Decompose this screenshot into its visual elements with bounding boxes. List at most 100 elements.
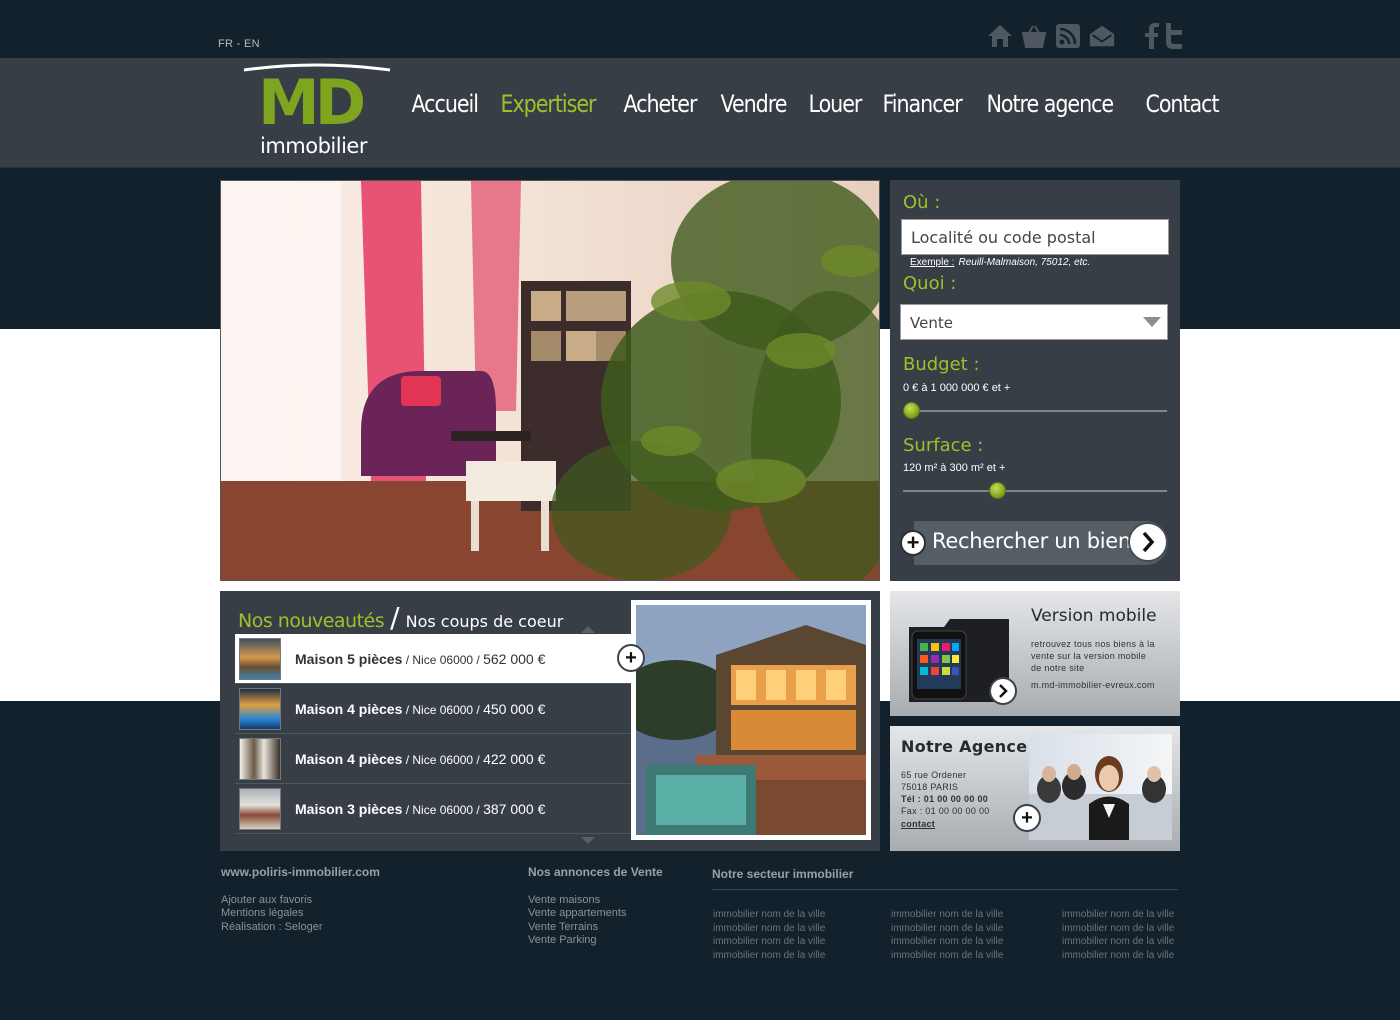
plus-icon: + bbox=[900, 530, 926, 556]
footer-sector-column: Notre secteur immobilier bbox=[712, 867, 854, 896]
city-link[interactable]: immobilier nom de la ville bbox=[1062, 949, 1174, 963]
tab-favorites[interactable]: Nos coups de coeur bbox=[406, 612, 564, 631]
footer-link-credits[interactable]: Réalisation : Seloger bbox=[221, 921, 380, 935]
news-panel: Nos nouveautés / Nos coups de coeur Maison… bbox=[220, 591, 880, 851]
logo-subtitle: immobilier bbox=[260, 134, 367, 158]
location-input[interactable]: Localité ou code postal bbox=[901, 219, 1169, 255]
footer-link-houses[interactable]: Vente maisons bbox=[528, 894, 663, 908]
mobile-url[interactable]: m.md-immobilier-evreux.com bbox=[1031, 679, 1155, 691]
rss-icon[interactable] bbox=[1054, 22, 1082, 50]
agency-contact-link[interactable]: contact bbox=[901, 818, 935, 830]
tab-new[interactable]: Nos nouveautés bbox=[238, 610, 385, 632]
example-hint: Exemple : Reuill-Malmaison, 75012, etc. bbox=[910, 257, 1090, 268]
type-select-value: Vente bbox=[910, 314, 953, 332]
nav-item-accueil[interactable]: Accueil bbox=[402, 90, 487, 118]
city-link[interactable]: immobilier nom de la ville bbox=[713, 949, 825, 963]
property-type: Maison 3 pièces bbox=[295, 800, 403, 817]
scroll-down-icon[interactable] bbox=[581, 837, 595, 844]
footer-site[interactable]: www.poliris-immobilier.com bbox=[221, 865, 380, 880]
featured-property-photo[interactable] bbox=[616, 600, 871, 840]
language-switch[interactable]: FR - EN bbox=[218, 38, 260, 50]
list-item[interactable]: Maison 4 pièces / Nice 06000 / 450 000 € bbox=[235, 684, 631, 734]
property-type: Maison 5 pièces bbox=[295, 650, 403, 667]
nav-item-expertiser[interactable]: Expertiser bbox=[491, 90, 605, 118]
city-link[interactable]: immobilier nom de la ville bbox=[1062, 908, 1174, 922]
list-item-text: Maison 5 pièces / Nice 06000 / 562 000 € bbox=[295, 651, 545, 667]
footer-sales-column: Nos annonces de Vente Vente maisons Vent… bbox=[528, 865, 663, 948]
basket-icon[interactable] bbox=[1020, 22, 1048, 50]
footer-link-legal[interactable]: Mentions légales bbox=[221, 907, 380, 921]
footer-sector-title: Notre secteur immobilier bbox=[712, 867, 854, 881]
social-icons bbox=[1144, 22, 1184, 55]
mobile-version-box[interactable]: Version mobile retrouvez tous nos biens … bbox=[890, 591, 1180, 716]
list-item[interactable]: Maison 4 pièces / Nice 06000 / 422 000 € bbox=[235, 734, 631, 784]
surface-slider[interactable] bbox=[903, 482, 1167, 499]
property-place: / Nice 06000 / bbox=[402, 702, 484, 717]
city-link[interactable]: immobilier nom de la ville bbox=[891, 922, 1003, 936]
city-link[interactable]: immobilier nom de la ville bbox=[713, 935, 825, 949]
title-separator: / bbox=[390, 601, 400, 634]
what-label: Quoi : bbox=[903, 273, 957, 294]
scroll-up-icon[interactable] bbox=[581, 626, 595, 633]
city-link[interactable]: immobilier nom de la ville bbox=[1062, 922, 1174, 936]
budget-slider-handle[interactable] bbox=[903, 402, 920, 419]
nav-item-louer[interactable]: Louer bbox=[799, 90, 871, 118]
city-link[interactable]: immobilier nom de la ville bbox=[1062, 935, 1174, 949]
city-link[interactable]: immobilier nom de la ville bbox=[713, 908, 825, 922]
budget-range: 0 € à 1 000 000 € et + bbox=[903, 382, 1011, 394]
budget-slider[interactable] bbox=[903, 402, 1167, 419]
mail-icon[interactable] bbox=[1088, 22, 1116, 50]
news-title: Nos nouveautés / Nos coups de coeur bbox=[238, 601, 563, 634]
list-item[interactable]: Maison 3 pièces / Nice 06000 / 387 000 € bbox=[235, 784, 631, 834]
city-column-2: immobilier nom de la ville immobilier no… bbox=[891, 908, 1003, 962]
logo[interactable]: MD immobilier bbox=[240, 62, 395, 162]
hero-photo bbox=[220, 180, 880, 581]
nav-item-acheter[interactable]: Acheter bbox=[614, 90, 706, 118]
footer-link-favorites[interactable]: Ajouter aux favoris bbox=[221, 894, 380, 908]
property-price: 562 000 € bbox=[483, 650, 546, 667]
property-thumbnail bbox=[239, 787, 281, 830]
property-place: / Nice 06000 / bbox=[402, 752, 484, 767]
property-place: / Nice 06000 / bbox=[402, 802, 484, 817]
agency-phone: Tél : 01 00 00 00 00 bbox=[901, 794, 989, 804]
facebook-icon[interactable] bbox=[1144, 22, 1160, 55]
list-item[interactable]: Maison 5 pièces / Nice 06000 / 562 000 € bbox=[235, 634, 631, 684]
nav-item-notre-agence[interactable]: Notre agence bbox=[977, 90, 1123, 118]
footer-site-column: www.poliris-immobilier.com Ajouter aux f… bbox=[221, 865, 380, 935]
nav-item-financer[interactable]: Financer bbox=[873, 90, 971, 118]
budget-label: Budget : bbox=[903, 354, 980, 375]
chevron-down-icon bbox=[1143, 317, 1161, 327]
twitter-icon[interactable] bbox=[1164, 22, 1184, 55]
arrow-right-icon[interactable] bbox=[989, 677, 1017, 705]
footer-link-parking[interactable]: Vente Parking bbox=[528, 934, 663, 948]
agency-title: Notre Agence bbox=[901, 737, 1028, 756]
property-thumbnail bbox=[239, 687, 281, 730]
mobile-text-1: retrouvez tous nos biens à la bbox=[1031, 639, 1155, 649]
footer-link-land[interactable]: Vente Terrains bbox=[528, 921, 663, 935]
surface-slider-handle[interactable] bbox=[989, 482, 1007, 499]
city-link[interactable]: immobilier nom de la ville bbox=[713, 922, 825, 936]
type-select[interactable]: Vente bbox=[900, 304, 1168, 340]
agency-box: Notre Agence 65 rue Ordener 75018 PARIS … bbox=[890, 726, 1180, 851]
nav-item-vendre[interactable]: Vendre bbox=[711, 90, 796, 118]
plus-icon[interactable]: + bbox=[1013, 804, 1041, 832]
city-link[interactable]: immobilier nom de la ville bbox=[891, 935, 1003, 949]
plus-icon[interactable]: + bbox=[617, 644, 645, 672]
nav-item-contact[interactable]: Contact bbox=[1136, 90, 1228, 118]
property-price: 450 000 € bbox=[483, 700, 546, 717]
property-place: / Nice 06000 / bbox=[402, 652, 484, 667]
search-button-label[interactable]: Rechercher un bien bbox=[932, 529, 1131, 553]
footer-sales-title: Nos annonces de Vente bbox=[528, 865, 663, 879]
city-link[interactable]: immobilier nom de la ville bbox=[891, 949, 1003, 963]
city-link[interactable]: immobilier nom de la ville bbox=[891, 908, 1003, 922]
home-icon[interactable] bbox=[986, 22, 1014, 50]
agency-address-2: 75018 PARIS bbox=[901, 782, 959, 792]
property-thumbnail bbox=[239, 637, 281, 680]
search-panel: Où : Localité ou code postal Exemple : Re… bbox=[890, 180, 1180, 581]
footer-link-apartments[interactable]: Vente appartements bbox=[528, 907, 663, 921]
mobile-title: Version mobile bbox=[1031, 606, 1157, 626]
arrow-right-icon[interactable] bbox=[1128, 522, 1168, 562]
surface-range: 120 m² à 300 m² et + bbox=[903, 462, 1006, 474]
city-column-3: immobilier nom de la ville immobilier no… bbox=[1062, 908, 1174, 962]
agency-address-1: 65 rue Ordener bbox=[901, 770, 967, 780]
